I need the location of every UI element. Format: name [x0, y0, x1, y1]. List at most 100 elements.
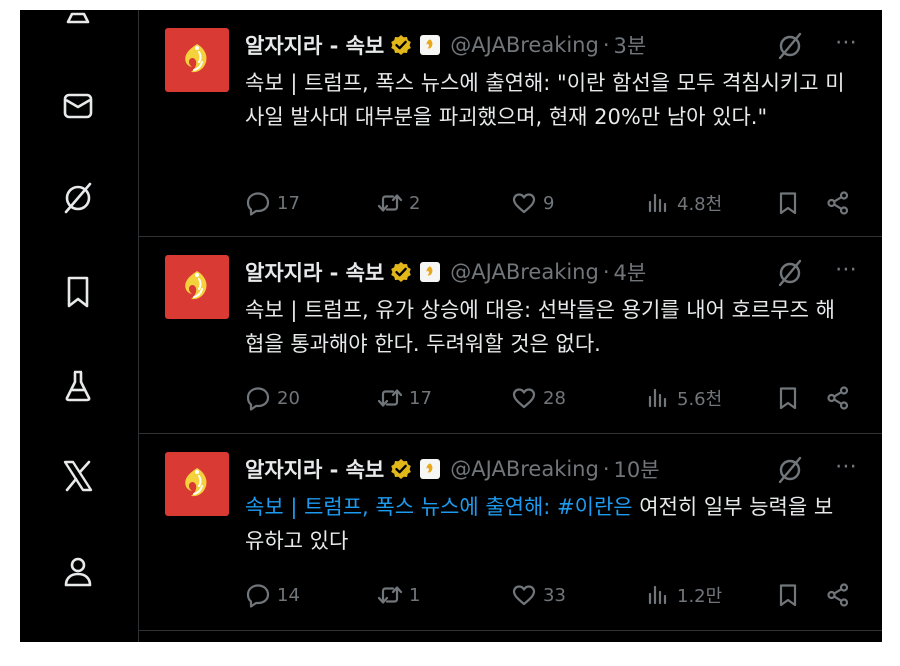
more-options-icon[interactable]: ⋯	[835, 454, 858, 479]
hashtag-link[interactable]: 속보 | 트럼프, 폭스 뉴스에 출연해: #이란은	[245, 495, 633, 519]
tweet-text: 속보 | 트럼프, 폭스 뉴스에 출연해: #이란은 여전히 일부 능력을 보유…	[245, 490, 850, 558]
more-options-icon[interactable]: ⋯	[835, 257, 858, 282]
tweet[interactable]: 알자지라 - 속보 @AJABreaking · 4분 ⋯ 속보 | 트럼프, …	[139, 237, 882, 434]
like-count: 28	[543, 387, 566, 409]
tweet-header: 알자지라 - 속보 @AJABreaking · 3분	[245, 30, 865, 60]
repost-icon	[377, 190, 403, 216]
bookmark-icon	[775, 582, 801, 608]
repost-icon	[377, 385, 403, 411]
heart-icon	[511, 385, 537, 411]
display-name[interactable]: 알자지라 - 속보	[245, 454, 384, 484]
bookmark-icon	[775, 190, 801, 216]
nav-item-bookmarks[interactable]	[58, 272, 98, 312]
repost-button[interactable]: 1	[377, 577, 420, 613]
affiliation-icon	[420, 459, 441, 479]
verified-badge-icon	[390, 458, 412, 480]
reply-button[interactable]: 20	[245, 380, 300, 416]
tweet-header: 알자지라 - 속보 @AJABreaking · 4분	[245, 257, 865, 287]
person-outline-icon	[66, 12, 90, 24]
bookmark-button[interactable]	[775, 185, 807, 221]
separator: ·	[602, 260, 610, 284]
x-logo-icon	[63, 460, 93, 492]
bookmark-button[interactable]	[775, 380, 807, 416]
heart-icon	[511, 190, 537, 216]
affiliation-icon	[420, 262, 441, 282]
bookmark-icon	[67, 276, 89, 308]
labs-flask-icon	[65, 370, 91, 402]
aljazeera-logo-icon	[177, 40, 217, 80]
timestamp[interactable]: 10분	[614, 454, 660, 484]
reply-icon	[245, 190, 271, 216]
display-name[interactable]: 알자지라 - 속보	[245, 30, 384, 60]
handle[interactable]: @AJABreaking	[450, 33, 599, 57]
left-nav	[20, 10, 139, 642]
views-icon	[645, 385, 671, 411]
repost-count: 2	[409, 192, 421, 214]
grok-icon[interactable]	[776, 456, 804, 484]
reply-icon	[245, 582, 271, 608]
more-options-icon[interactable]: ⋯	[835, 30, 858, 55]
repost-icon	[377, 582, 403, 608]
tweet[interactable]: 알자지라 - 속보 @AJABreaking · 10분 ⋯ 속보 | 트럼프,…	[139, 434, 882, 631]
repost-button[interactable]: 2	[377, 185, 420, 221]
reply-count: 17	[277, 192, 300, 214]
like-button[interactable]: 33	[511, 577, 566, 613]
like-count: 9	[543, 192, 555, 214]
grok-icon	[64, 182, 92, 214]
view-count: 4.8천	[677, 194, 723, 215]
grok-icon[interactable]	[776, 32, 804, 60]
bookmark-icon	[775, 385, 801, 411]
heart-icon	[511, 582, 537, 608]
share-icon	[825, 582, 851, 608]
view-count: 1.2만	[677, 586, 723, 607]
share-button[interactable]	[825, 380, 857, 416]
nav-item-profile-partial[interactable]	[58, 10, 98, 36]
share-icon	[825, 385, 851, 411]
verified-badge-icon	[390, 261, 412, 283]
handle[interactable]: @AJABreaking	[450, 457, 599, 481]
reply-icon	[245, 385, 271, 411]
timeline: 알자지라 - 속보 @AJABreaking · 3분 ⋯ 속보 | 트럼프, …	[139, 10, 882, 642]
timestamp[interactable]: 4분	[614, 257, 647, 287]
tweet[interactable]: 알자지라 - 속보 @AJABreaking · 3분 ⋯ 속보 | 트럼프, …	[139, 10, 882, 237]
nav-item-grok[interactable]	[58, 178, 98, 218]
tweet-text: 속보 | 트럼프, 폭스 뉴스에 출연해: "이란 함선을 모두 격침시키고 미…	[245, 71, 845, 129]
view-count: 5.6천	[677, 389, 723, 410]
mail-icon	[63, 93, 93, 119]
avatar[interactable]	[165, 452, 229, 516]
bookmark-button[interactable]	[775, 577, 807, 613]
reply-button[interactable]: 14	[245, 577, 300, 613]
display-name[interactable]: 알자지라 - 속보	[245, 257, 384, 287]
nav-item-labs[interactable]	[58, 366, 98, 406]
views-button[interactable]: 5.6천	[645, 380, 722, 416]
share-button[interactable]	[825, 185, 857, 221]
nav-item-profile[interactable]	[58, 552, 98, 592]
repost-button[interactable]: 17	[377, 380, 432, 416]
separator: ·	[602, 33, 610, 57]
affiliation-icon	[420, 35, 441, 55]
views-icon	[645, 190, 671, 216]
nav-item-messages[interactable]	[58, 86, 98, 126]
tweet-actions: 17 2 9 4.8천	[245, 185, 865, 221]
separator: ·	[602, 457, 610, 481]
verified-badge-icon	[390, 34, 412, 56]
profile-icon	[64, 557, 92, 587]
grok-icon[interactable]	[776, 259, 804, 287]
reply-count: 20	[277, 387, 300, 409]
avatar[interactable]	[165, 28, 229, 92]
handle[interactable]: @AJABreaking	[450, 260, 599, 284]
avatar[interactable]	[165, 255, 229, 319]
timestamp[interactable]: 3분	[614, 30, 647, 60]
app-window: 알자지라 - 속보 @AJABreaking · 3분 ⋯ 속보 | 트럼프, …	[20, 10, 882, 642]
tweet-text: 속보 | 트럼프, 유가 상승에 대응: 선박들은 용기를 내어 호르무즈 해협…	[245, 298, 835, 356]
repost-count: 17	[409, 387, 432, 409]
reply-button[interactable]: 17	[245, 185, 300, 221]
like-button[interactable]: 28	[511, 380, 566, 416]
views-icon	[645, 582, 671, 608]
share-button[interactable]	[825, 577, 857, 613]
views-button[interactable]: 1.2만	[645, 577, 722, 613]
like-button[interactable]: 9	[511, 185, 554, 221]
views-button[interactable]: 4.8천	[645, 185, 722, 221]
nav-item-x-premium[interactable]	[58, 456, 98, 496]
tweet-actions: 20 17 28 5.6천	[245, 380, 865, 416]
